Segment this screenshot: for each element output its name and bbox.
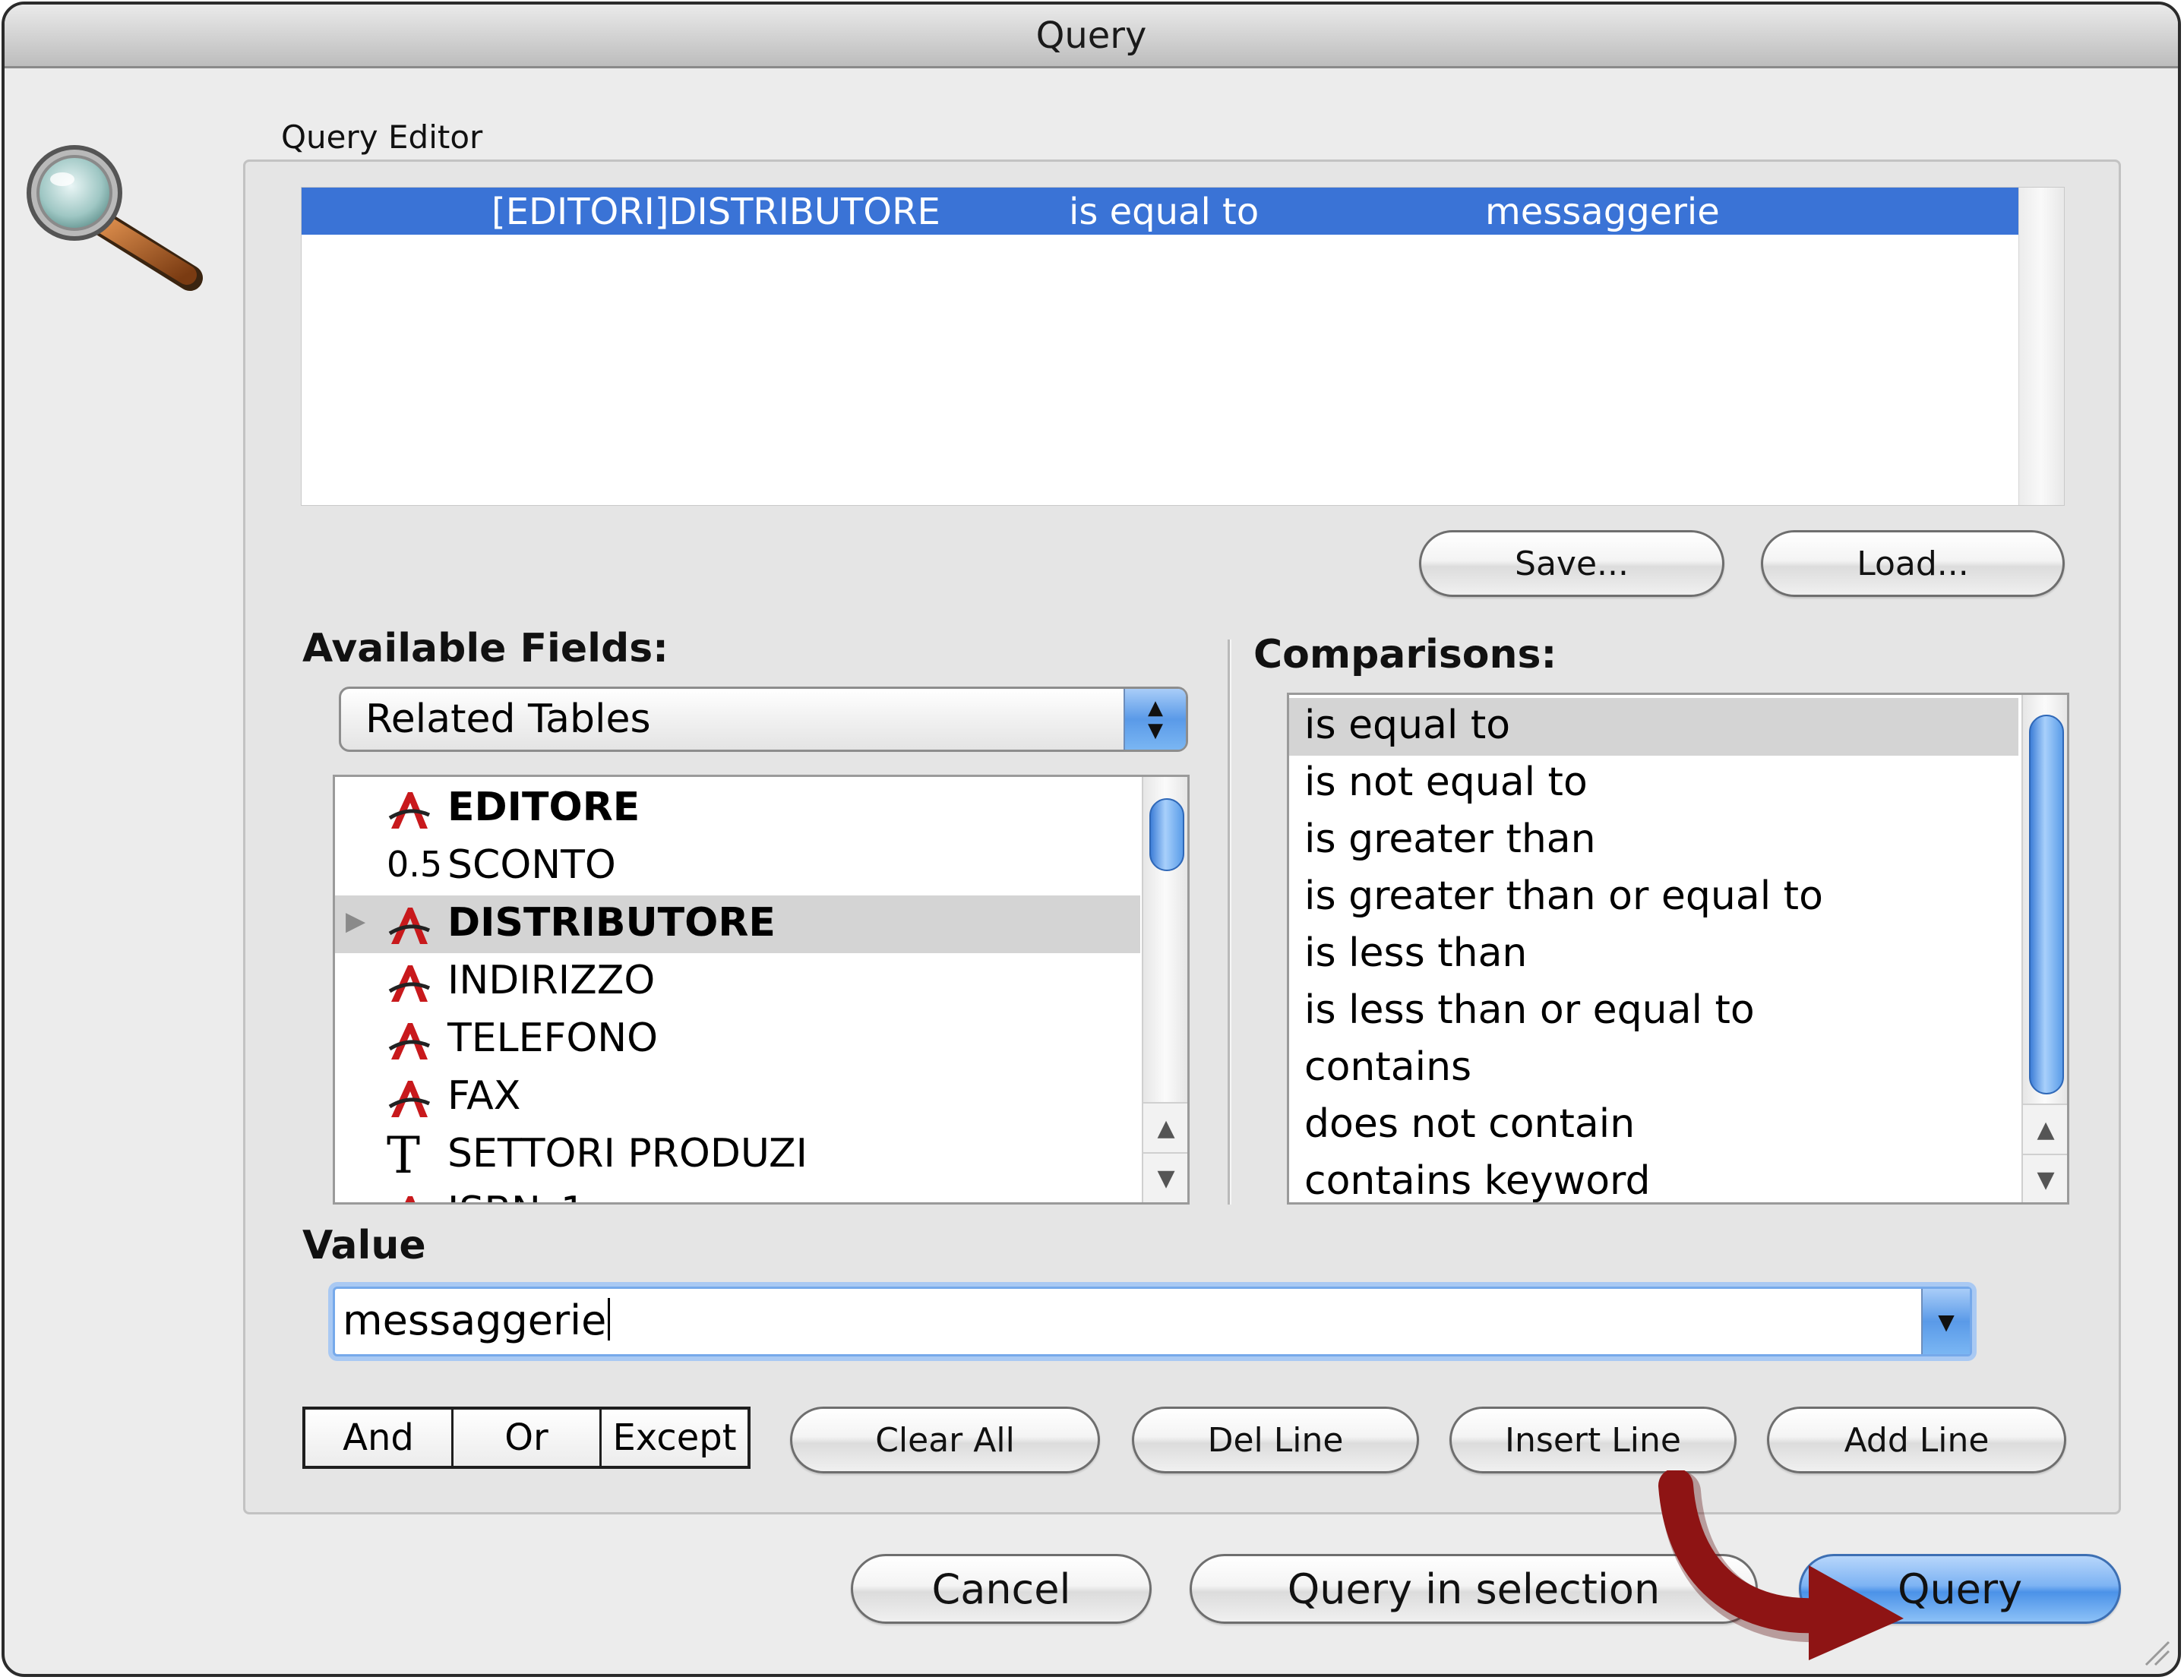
window-title: Query xyxy=(1035,14,1147,57)
conjunction-segmented-control[interactable]: And Or Except xyxy=(302,1407,751,1469)
query-line-value: messaggerie xyxy=(1485,191,1720,233)
scroll-up-icon[interactable]: ▲ xyxy=(2023,1104,2067,1154)
scroll-down-icon[interactable]: ▼ xyxy=(1143,1152,1187,1202)
comparison-label: is less than or equal to xyxy=(1304,987,1755,1033)
comparisons-scrollbar[interactable]: ▲ ▼ xyxy=(2021,695,2067,1202)
query-list-scrollbar[interactable] xyxy=(2018,188,2064,505)
comparison-label: contains keyword xyxy=(1304,1158,1651,1204)
available-fields-list[interactable]: EDITORE 0.5 SCONTO ▶ DISTRIBUTORE INDIRI… xyxy=(333,775,1190,1205)
alpha-field-icon xyxy=(388,1081,431,1117)
value-label: Value xyxy=(302,1223,426,1268)
query-lines-list[interactable]: [EDITORI]DISTRIBUTORE is equal to messag… xyxy=(301,187,2065,506)
query-line-field: [EDITORI]DISTRIBUTORE xyxy=(491,191,940,233)
field-label: TELEFONO xyxy=(447,1015,659,1061)
query-dialog: Query Query Editor [EDITORI]DISTRIBUTORE… xyxy=(2,2,2181,1677)
value-input[interactable]: messaggerie xyxy=(343,1296,611,1344)
field-row-sconto[interactable]: 0.5 SCONTO xyxy=(335,838,1140,895)
or-segment[interactable]: Or xyxy=(454,1410,602,1466)
field-row-settori-produzi[interactable]: T SETTORI PRODUZI xyxy=(335,1126,1140,1185)
resize-grip-icon[interactable] xyxy=(2140,1636,2170,1666)
and-segment[interactable]: And xyxy=(305,1410,454,1466)
field-row-isbn[interactable]: ISBN_1 xyxy=(335,1184,1140,1202)
comparison-label: is equal to xyxy=(1304,703,1511,748)
field-label: SETTORI PRODUZI xyxy=(447,1131,808,1176)
comparison-item[interactable]: is not equal to xyxy=(1289,755,2018,813)
comparison-label: is greater than or equal to xyxy=(1304,873,1823,919)
available-fields-label: Available Fields: xyxy=(302,626,668,671)
chevron-down-icon[interactable]: ▼ xyxy=(1921,1289,1970,1354)
value-text: messaggerie xyxy=(343,1296,607,1344)
comparison-item[interactable]: contains keyword xyxy=(1289,1154,2018,1204)
magnifier-icon xyxy=(27,145,203,291)
comparison-label: is greater than xyxy=(1304,816,1596,862)
field-row-distributore[interactable]: ▶ DISTRIBUTORE xyxy=(335,895,1140,953)
query-line-comparison: is equal to xyxy=(1069,191,1260,233)
fields-scrollbar[interactable]: ▲ ▼ xyxy=(1142,777,1187,1202)
comparison-label: is less than xyxy=(1304,930,1528,976)
field-label: ISBN_1 xyxy=(447,1189,586,1202)
text-field-icon: T xyxy=(387,1126,421,1185)
del-line-button[interactable]: Del Line xyxy=(1132,1407,1419,1473)
value-combo-box[interactable]: messaggerie ▼ xyxy=(333,1287,1972,1356)
alpha-field-icon xyxy=(388,1023,431,1059)
comparisons-scroll-thumb[interactable] xyxy=(2029,715,2064,1094)
cancel-button[interactable]: Cancel xyxy=(851,1554,1152,1624)
field-label: SCONTO xyxy=(447,842,616,888)
field-row-telefono[interactable]: TELEFONO xyxy=(335,1011,1140,1069)
comparison-item[interactable]: is equal to xyxy=(1289,698,2018,756)
alpha-field-icon xyxy=(388,792,431,829)
disclosure-triangle-icon[interactable]: ▶ xyxy=(346,906,365,936)
query-line-row[interactable]: [EDITORI]DISTRIBUTORE is equal to messag… xyxy=(302,188,2018,235)
comparison-item[interactable]: is greater than xyxy=(1289,812,2018,870)
fields-scroll-thumb[interactable] xyxy=(1149,798,1184,871)
alpha-field-icon xyxy=(388,908,431,944)
add-line-button[interactable]: Add Line xyxy=(1767,1407,2066,1473)
annotation-arrow-icon xyxy=(1658,1470,1904,1660)
real-field-icon: 0.5 xyxy=(387,844,443,885)
comparison-item[interactable]: does not contain xyxy=(1289,1097,2018,1154)
field-label: DISTRIBUTORE xyxy=(447,900,776,946)
comparisons-label: Comparisons: xyxy=(1253,632,1557,677)
comparison-item[interactable]: is less than or equal to xyxy=(1289,983,2018,1041)
field-row-indirizzo[interactable]: INDIRIZZO xyxy=(335,953,1140,1011)
load-button[interactable]: Load... xyxy=(1761,530,2065,597)
insert-line-button[interactable]: Insert Line xyxy=(1449,1407,1737,1473)
title-bar[interactable]: Query xyxy=(5,5,2178,68)
field-label: INDIRIZZO xyxy=(447,958,656,1003)
popup-arrows-icon: ▲ ▼ xyxy=(1124,689,1186,750)
alpha-field-icon xyxy=(405,1196,416,1202)
comparison-item[interactable]: is less than xyxy=(1289,926,2018,984)
comparison-label: contains xyxy=(1304,1044,1472,1090)
field-row-editore[interactable]: EDITORE xyxy=(335,780,1140,838)
field-label: FAX xyxy=(447,1073,521,1119)
comparison-label: is not equal to xyxy=(1304,759,1588,805)
alpha-field-icon xyxy=(388,965,431,1002)
field-label: EDITORE xyxy=(447,785,640,830)
comparison-label: does not contain xyxy=(1304,1101,1636,1147)
comparison-item[interactable]: is greater than or equal to xyxy=(1289,869,2018,927)
related-tables-popup[interactable]: Related Tables ▲ ▼ xyxy=(339,687,1188,752)
except-segment[interactable]: Except xyxy=(602,1410,747,1466)
scroll-down-icon[interactable]: ▼ xyxy=(2023,1154,2067,1202)
column-divider xyxy=(1228,639,1231,1205)
query-editor-label: Query Editor xyxy=(281,118,483,156)
comparison-item[interactable]: contains xyxy=(1289,1040,2018,1097)
field-row-fax[interactable]: FAX xyxy=(335,1069,1140,1126)
clear-all-button[interactable]: Clear All xyxy=(790,1407,1100,1473)
save-button[interactable]: Save... xyxy=(1419,530,1724,597)
comparisons-list[interactable]: is equal to is not equal to is greater t… xyxy=(1287,693,2069,1205)
text-caret xyxy=(608,1298,611,1341)
scroll-up-icon[interactable]: ▲ xyxy=(1143,1102,1187,1152)
popup-selected-value: Related Tables xyxy=(365,696,651,742)
